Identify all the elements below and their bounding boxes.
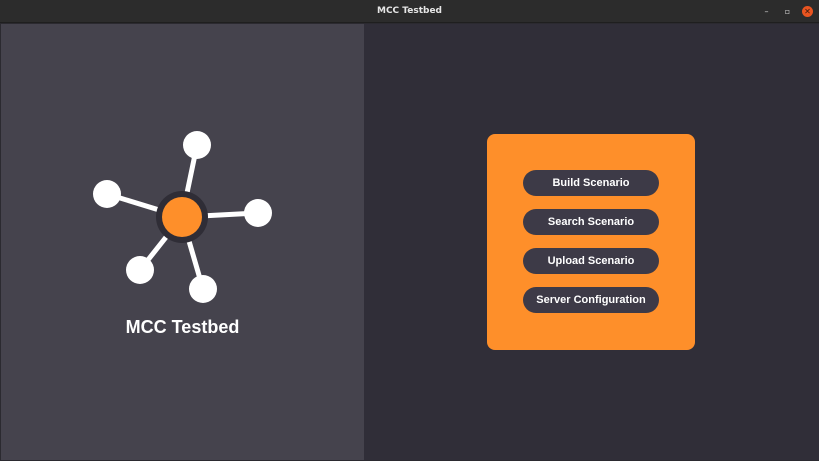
build-scenario-button[interactable]: Build Scenario [523, 170, 659, 196]
close-icon[interactable]: ✕ [802, 6, 813, 17]
hub-core-icon [162, 197, 202, 237]
minimize-icon[interactable]: – [761, 6, 772, 17]
maximize-icon[interactable]: ▫ [782, 6, 793, 17]
window-titlebar: MCC Testbed – ▫ ✕ [0, 0, 819, 23]
main-panel: Build Scenario Search Scenario Upload Sc… [364, 24, 819, 460]
node-icon [244, 199, 272, 227]
upload-scenario-button[interactable]: Upload Scenario [523, 248, 659, 274]
node-icon [126, 256, 154, 284]
node-icon [183, 131, 211, 159]
main-menu-card: Build Scenario Search Scenario Upload Sc… [487, 134, 695, 350]
window-title: MCC Testbed [377, 6, 442, 16]
node-icon [93, 180, 121, 208]
server-configuration-button[interactable]: Server Configuration [523, 287, 659, 313]
app-name: MCC Testbed [125, 317, 240, 337]
search-scenario-button[interactable]: Search Scenario [523, 209, 659, 235]
network-hub-icon [93, 131, 272, 303]
branding-panel: MCC Testbed [1, 24, 364, 460]
node-icon [189, 275, 217, 303]
